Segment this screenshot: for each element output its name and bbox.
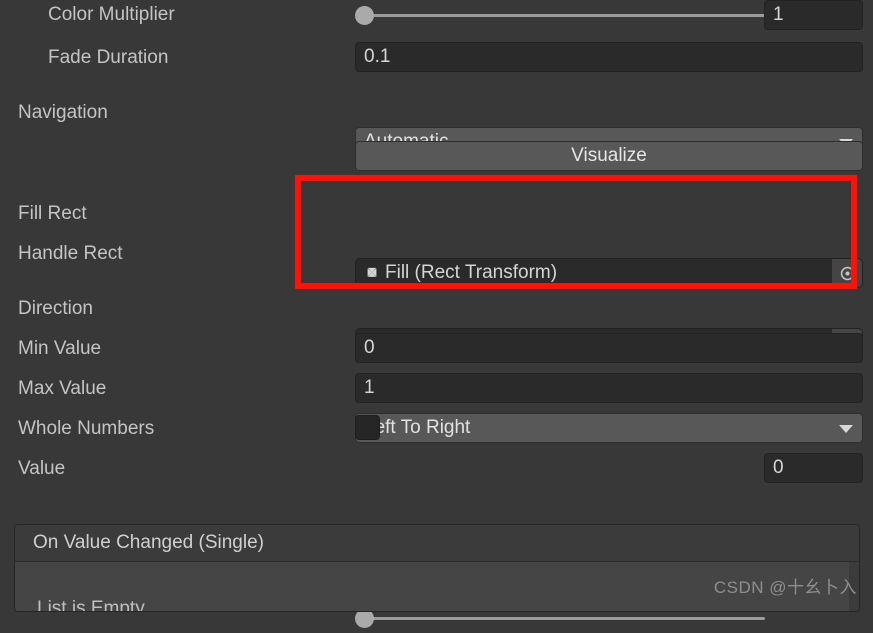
row-direction: Direction (0, 288, 873, 328)
color-multiplier-slider[interactable] (355, 0, 765, 30)
color-multiplier-label: Color Multiplier (48, 3, 175, 25)
fade-duration-field[interactable]: 0.1 (355, 42, 863, 72)
on-value-changed-title: On Value Changed (Single) (33, 532, 264, 553)
min-value-label: Min Value (18, 337, 102, 359)
slider-track (363, 13, 765, 17)
whole-numbers-label: Whole Numbers (18, 417, 155, 439)
min-value-field[interactable]: 0 (355, 333, 863, 363)
direction-label: Direction (18, 297, 93, 319)
list-empty-label: List is Empty (37, 598, 145, 612)
max-value-label: Max Value (18, 377, 107, 399)
navigation-label: Navigation (18, 101, 108, 123)
max-value-value: 1 (364, 376, 375, 398)
fill-rect-label: Fill Rect (18, 202, 87, 224)
color-multiplier-value-field[interactable]: 1 (764, 0, 863, 30)
fade-duration-label: Fade Duration (48, 46, 169, 68)
value-number-field[interactable]: 0 (764, 453, 863, 483)
row-whole-numbers: Whole Numbers (0, 408, 873, 448)
row-handle-rect: Handle Rect (0, 233, 873, 273)
value-number: 0 (773, 456, 784, 478)
whole-numbers-checkbox[interactable] (355, 415, 380, 440)
row-navigation: Navigation (0, 92, 873, 132)
csdn-watermark: CSDN @十幺卜入 (713, 578, 857, 597)
max-value-field[interactable]: 1 (355, 373, 863, 403)
slider-knob[interactable] (355, 5, 374, 25)
row-fill-rect: Fill Rect (0, 193, 873, 233)
row-value: Value (0, 448, 873, 488)
fade-duration-value: 0.1 (364, 45, 391, 67)
on-value-changed-section: On Value Changed (Single) List is Empty (14, 524, 860, 612)
visualize-button[interactable]: Visualize (355, 141, 863, 171)
value-label: Value (18, 457, 66, 479)
color-multiplier-value: 1 (773, 3, 784, 25)
handle-rect-label: Handle Rect (18, 242, 123, 264)
on-value-changed-header[interactable]: On Value Changed (Single) (15, 525, 859, 562)
min-value-value: 0 (364, 336, 375, 358)
slider-track (363, 616, 765, 620)
visualize-label: Visualize (571, 145, 647, 166)
left-gutter (0, 524, 14, 612)
